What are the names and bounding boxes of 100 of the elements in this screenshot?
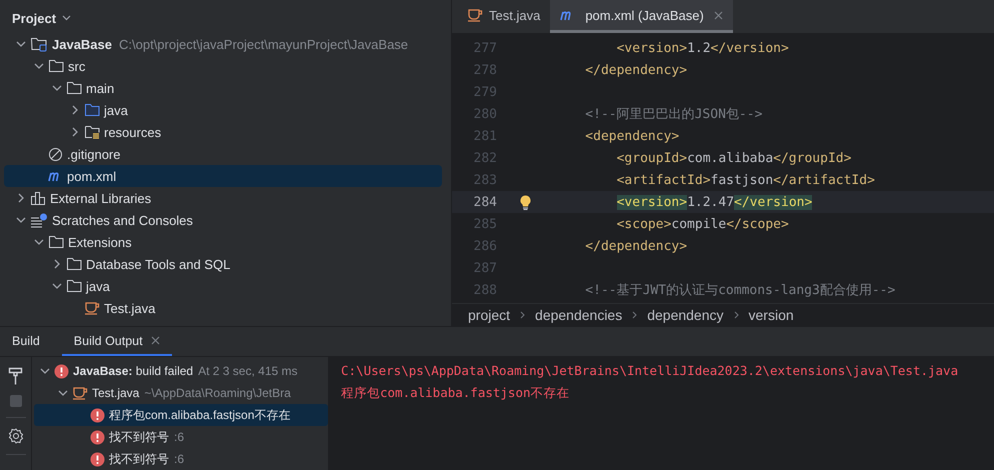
breadcrumb[interactable]: project — [468, 307, 510, 323]
error-icon — [90, 452, 105, 466]
build-message: 找不到符号 — [109, 428, 169, 446]
chevron-right-icon — [632, 311, 638, 319]
tree-label: Scratches and Consoles — [52, 212, 193, 228]
close-icon[interactable] — [150, 336, 160, 345]
tree-label: Test.java — [104, 300, 156, 316]
build-hint: At 2 3 sec, 415 ms — [198, 364, 298, 378]
build-hint: ~\AppData\Roaming\JetBra — [144, 386, 291, 400]
chevron-right-icon[interactable] — [54, 259, 60, 269]
chevron-down-icon[interactable] — [52, 282, 62, 290]
tree-item[interactable]: resources — [4, 121, 442, 143]
build-message: Test.java — [92, 386, 140, 400]
tree-label: Database Tools and SQL — [86, 256, 230, 272]
line-number: 284 — [472, 194, 497, 210]
code-line: </dependency> — [585, 62, 688, 78]
build-tree-item[interactable]: 找不到符号 :6 — [34, 426, 328, 448]
build-tree-item[interactable]: 找不到符号 :6 — [34, 448, 328, 470]
folder-icon — [66, 257, 82, 271]
tree-item[interactable]: Database Tools and SQL — [4, 253, 442, 275]
code-line: <version>1.2</version> — [616, 40, 789, 56]
build-tree-item[interactable]: 程序包com.alibaba.fastjson不存在 — [34, 404, 328, 426]
chevron-down-icon[interactable] — [34, 62, 44, 70]
editor-tab[interactable]: Test.java — [457, 0, 550, 33]
code-line: </dependency> — [585, 238, 688, 254]
tree-item[interactable]: java — [4, 275, 442, 297]
resources-folder-icon — [84, 125, 100, 139]
build-message: JavaBase: build failed — [73, 364, 194, 378]
tree-item[interactable]: pom.xml — [4, 165, 442, 187]
tree-item[interactable]: JavaBase C:\opt\project\javaProject\mayunProject\JavaBase — [4, 33, 442, 55]
tree-item[interactable]: .gitignore — [4, 143, 442, 165]
tree-item[interactable]: java — [4, 99, 442, 121]
tree-label: src — [68, 58, 86, 74]
tree-label: JavaBase — [52, 36, 112, 52]
code-line: <scope>compile</scope> — [616, 216, 789, 232]
code-line: <version>1.2.47</version> — [616, 194, 812, 210]
library-icon — [30, 190, 46, 206]
chevron-down-icon[interactable] — [16, 40, 26, 48]
tree-item[interactable]: Test.java — [4, 297, 442, 319]
panel-title[interactable]: Project — [12, 10, 56, 26]
code-line: <dependency> — [585, 128, 680, 144]
tree-label: External Libraries — [50, 190, 152, 206]
chevron-down-icon[interactable] — [16, 216, 26, 224]
build-tree-item[interactable]: Test.java ~\AppData\Roaming\JetBra — [34, 382, 328, 404]
tree-item[interactable]: main — [4, 77, 442, 99]
close-icon[interactable] — [714, 10, 723, 20]
folder-icon — [48, 235, 64, 249]
editor-tab[interactable]: pom.xml (JavaBase) — [550, 0, 733, 33]
tree-label: Extensions — [68, 234, 132, 250]
code-line: <!--基于JWT的认证与commons-lang3配合使用--> — [585, 282, 896, 299]
folder-icon — [66, 81, 82, 95]
chevron-right-icon[interactable] — [72, 127, 78, 137]
folder-icon — [48, 59, 64, 73]
tree-item[interactable]: External Libraries — [4, 187, 442, 209]
build-hint: :6 — [174, 430, 184, 444]
code-line: <!--阿里巴巴出的JSON包--> — [585, 106, 762, 123]
console-line: 程序包com.alibaba.fastjson不存在 — [341, 384, 571, 402]
breadcrumb[interactable]: dependencies — [535, 307, 622, 323]
chevron-right-icon — [734, 311, 739, 319]
chevron-right-icon[interactable] — [72, 105, 78, 115]
panel-tab[interactable]: Build Output — [62, 327, 172, 356]
breadcrumb[interactable]: dependency — [647, 307, 724, 323]
tree-item[interactable]: Extensions — [4, 231, 442, 253]
chevron-down-icon[interactable] — [52, 84, 62, 92]
tree-item[interactable]: src — [4, 55, 442, 77]
tree-label: .gitignore — [67, 146, 120, 162]
lightbulb-icon[interactable] — [520, 194, 531, 210]
tree-label: main — [86, 80, 114, 96]
settings-icon[interactable] — [8, 428, 24, 444]
folder-icon — [84, 103, 100, 117]
tree-label: resources — [104, 124, 162, 140]
folder-icon — [66, 279, 82, 293]
ignore-icon — [48, 146, 63, 162]
scratches-icon — [30, 212, 48, 228]
chevron-down-icon[interactable] — [62, 15, 72, 21]
console-line: C:\Users\ps\AppData\Roaming\JetBrains\IntelliJIdea2023.2\extensions\java\Test.java — [341, 362, 960, 380]
code-line: <groupId>com.alibaba</groupId> — [616, 150, 852, 166]
coffee-cup-icon — [84, 301, 100, 315]
module-folder-icon — [30, 36, 48, 52]
error-icon — [90, 408, 105, 422]
coffee-cup-icon — [467, 8, 483, 22]
build-hint: :6 — [174, 452, 184, 466]
tree-label: java — [86, 278, 110, 294]
tree-label: java — [104, 102, 128, 118]
chevron-right-icon[interactable] — [18, 193, 24, 203]
error-icon — [54, 364, 69, 378]
chevron-down-icon[interactable] — [34, 238, 44, 246]
code-line: <artifactId>fastjson</artifactId> — [616, 172, 875, 188]
hammer-icon[interactable] — [8, 367, 24, 385]
build-message: 程序包com.alibaba.fastjson不存在 — [109, 406, 290, 424]
path-hint: C:\opt\project\javaProject\mayunProject\JavaBase — [119, 36, 408, 52]
breadcrumb[interactable]: version — [748, 307, 794, 323]
tree-label: pom.xml — [67, 168, 116, 184]
build-tree-item[interactable]: JavaBase: build failed At 2 3 sec, 415 ms — [34, 360, 328, 382]
chevron-down-icon[interactable] — [40, 368, 50, 374]
chevron-right-icon — [520, 311, 526, 319]
panel-tab[interactable]: Build — [0, 327, 52, 356]
tree-item[interactable]: Scratches and Consoles — [4, 209, 442, 231]
error-icon — [90, 430, 105, 444]
chevron-down-icon[interactable] — [58, 390, 68, 396]
